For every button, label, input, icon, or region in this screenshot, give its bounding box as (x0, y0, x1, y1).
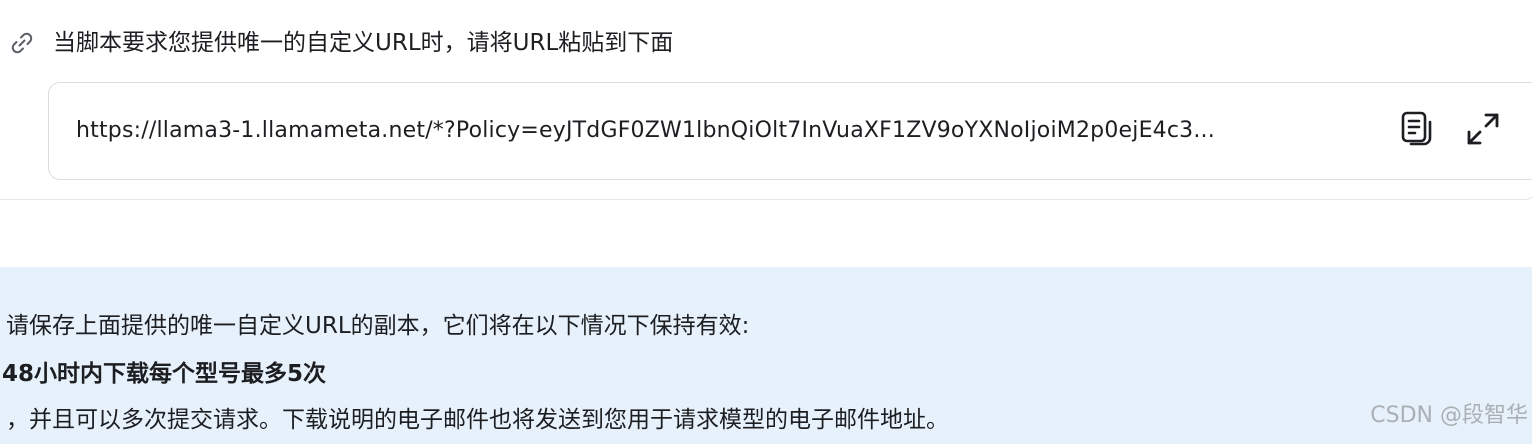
custom-url-value[interactable]: https://llama3-1.llamameta.net/*?Policy=… (76, 116, 1378, 146)
notice-text: 请保存上面提供的唯一自定义URL的副本，它们将在以下情况下保持有效: (6, 313, 750, 339)
expand-button[interactable] (1463, 111, 1503, 151)
watermark: CSDN @段智华 (1370, 403, 1528, 428)
notice-followup-text: ，并且可以多次提交请求。下载说明的电子邮件也将发送到您用于请求模型的电子邮件地址… (6, 407, 949, 433)
copy-button[interactable] (1397, 111, 1437, 151)
page: 当脚本要求您提供唯一的自定义URL时，请将URL粘贴到下面 https://ll… (0, 0, 1532, 444)
copy-icon (1399, 110, 1435, 152)
instruction-row: 当脚本要求您提供唯一的自定义URL时，请将URL粘贴到下面 (8, 28, 673, 58)
notice-panel: 请保存上面提供的唯一自定义URL的副本，它们将在以下情况下保持有效: 48小时内… (0, 267, 1532, 444)
link-icon (8, 29, 36, 57)
download-limit-text: 48小时内下载每个型号最多5次 (2, 361, 327, 387)
instruction-text: 当脚本要求您提供唯一的自定义URL时，请将URL粘贴到下面 (53, 30, 674, 56)
custom-url-field[interactable]: https://llama3-1.llamameta.net/*?Policy=… (48, 82, 1532, 180)
expand-icon (1465, 111, 1501, 151)
